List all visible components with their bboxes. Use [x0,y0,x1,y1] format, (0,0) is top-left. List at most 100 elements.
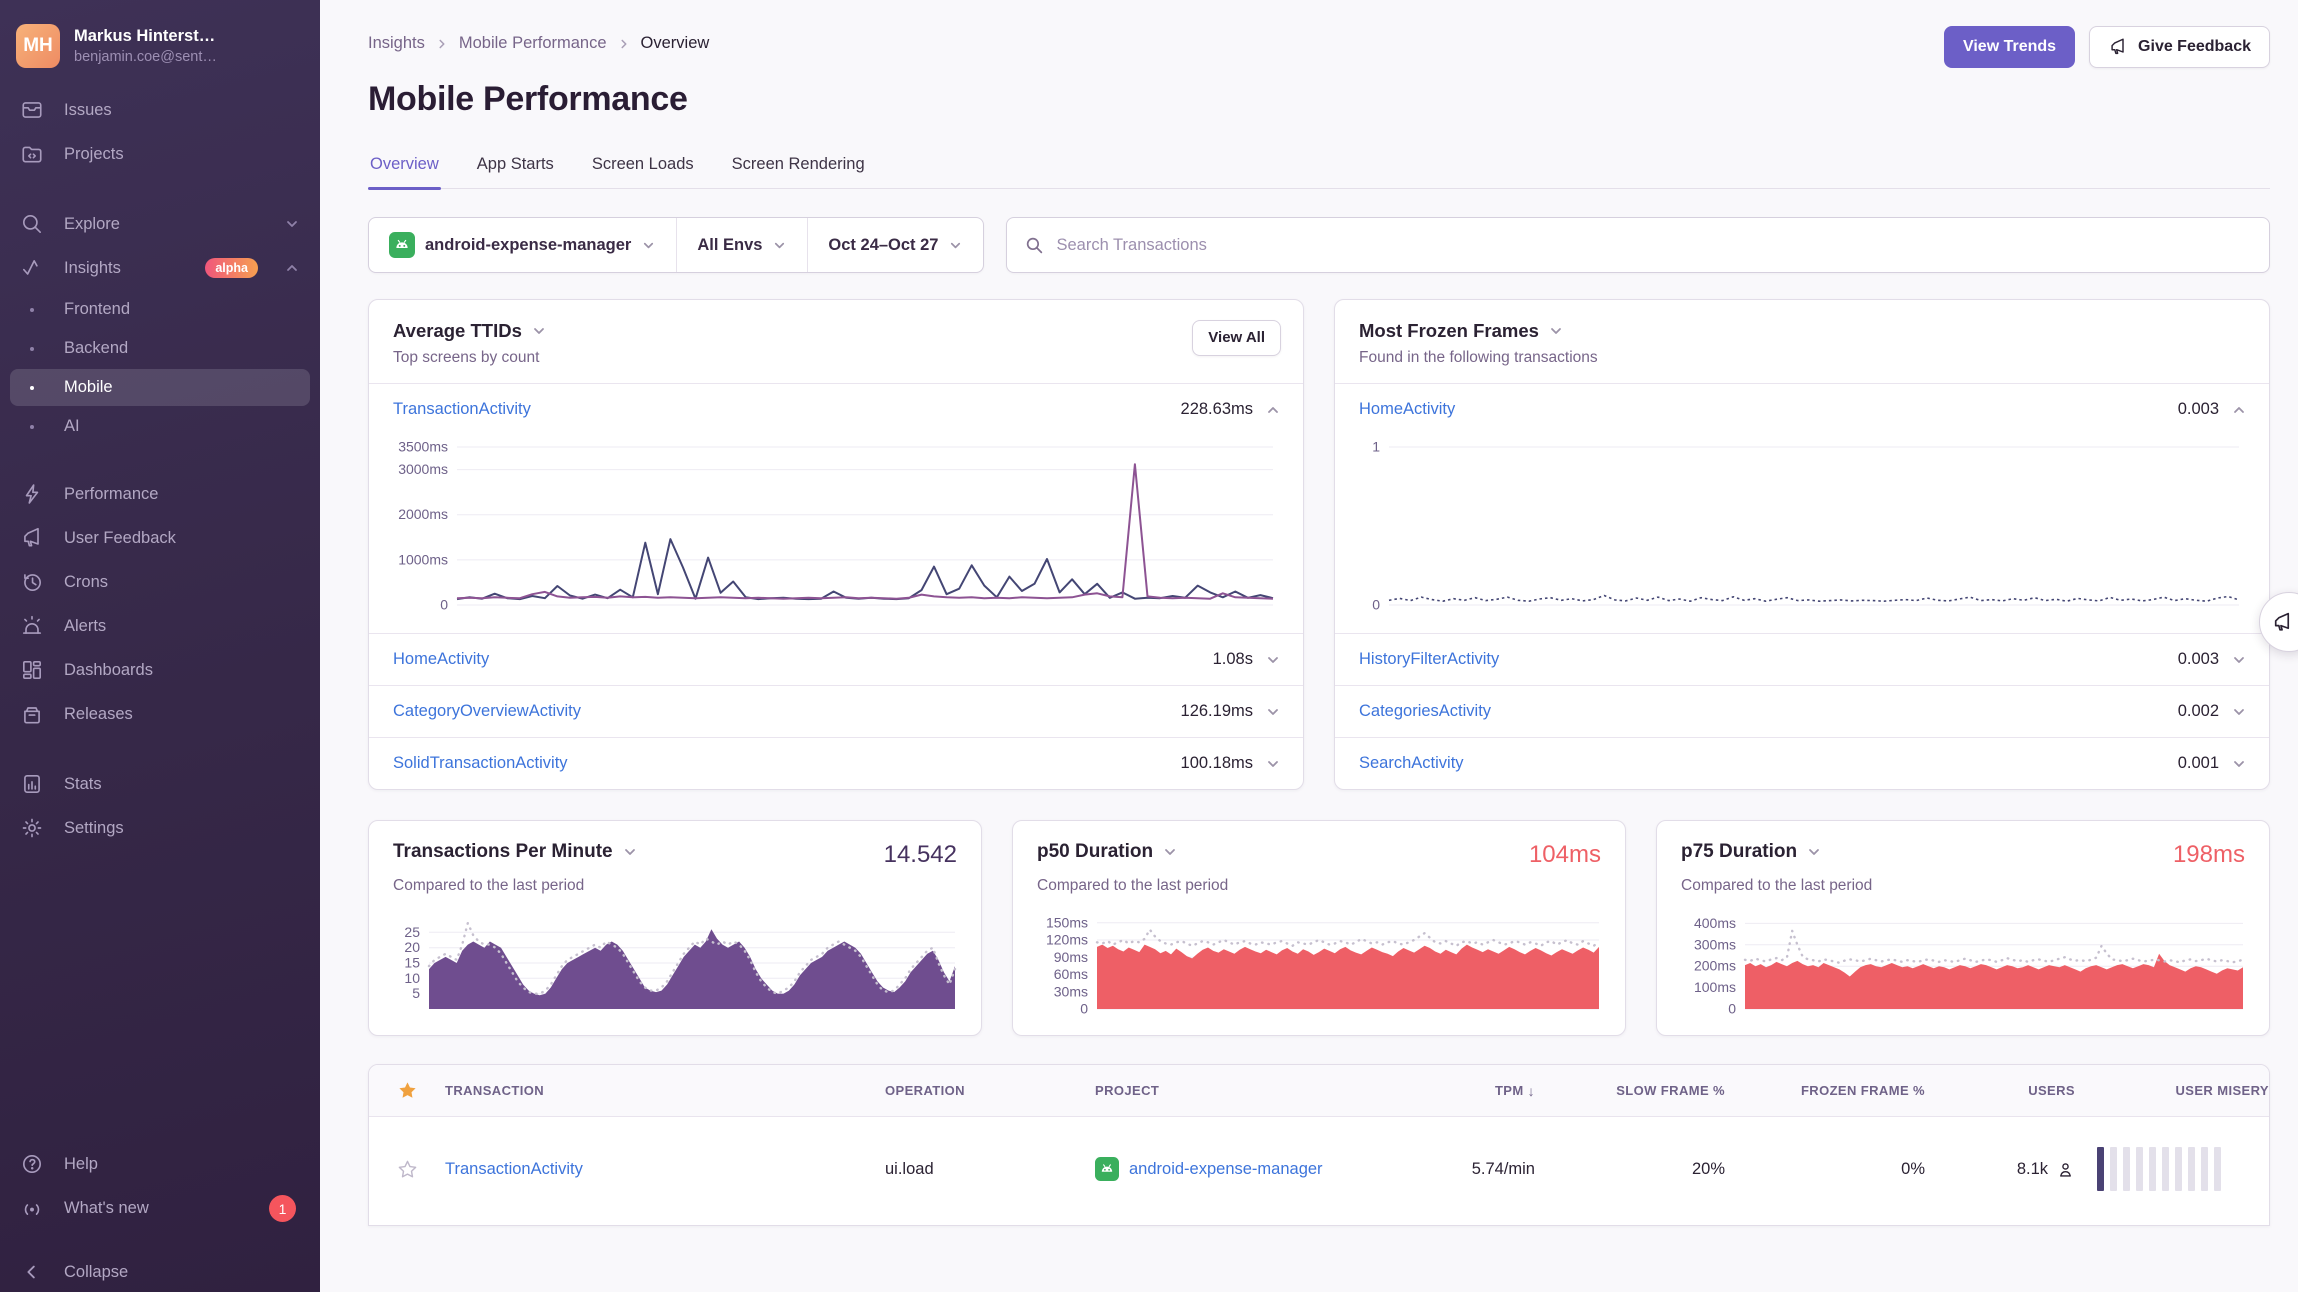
transaction-search[interactable] [1006,217,2270,273]
frozen-row-searchactivity[interactable]: SearchActivity 0.001 [1335,737,2269,789]
col-users[interactable]: USERS [1925,1083,2075,1098]
transaction-link[interactable]: TransactionActivity [445,1160,885,1179]
chevron-down-icon[interactable] [2231,652,2247,668]
sidebar-item-releases[interactable]: Releases [10,693,310,735]
col-slow-frame[interactable]: SLOW FRAME % [1535,1083,1725,1098]
sidebar-item-performance[interactable]: Performance [10,473,310,515]
give-feedback-button[interactable]: Give Feedback [2089,26,2270,68]
sidebar-item-issues[interactable]: Issues [10,89,310,131]
frozen-row-categoriesactivity[interactable]: CategoriesActivity 0.002 [1335,685,2269,737]
panel-subtitle: Found in the following transactions [1359,349,1598,367]
ttid-row-categoryoverviewactivity[interactable]: CategoryOverviewActivity 126.19ms [369,685,1303,737]
ttid-row-homeactivity[interactable]: HomeActivity 1.08s [369,633,1303,685]
col-user-misery[interactable]: USER MISERY [2075,1083,2269,1098]
chevron-down-icon[interactable] [1806,844,1822,860]
chevron-down-icon[interactable] [2231,704,2247,720]
sidebar-item-insights[interactable]: Insights alpha [10,247,310,289]
sidebar-item-user-feedback[interactable]: User Feedback [10,517,310,559]
tab-app-starts[interactable]: App Starts [475,155,556,188]
breadcrumb-mobile-performance[interactable]: Mobile Performance [459,34,607,53]
page-title: Mobile Performance [368,80,2270,119]
col-operation[interactable]: OPERATION [885,1083,1095,1098]
card-value: 14.542 [884,841,957,869]
transaction-link[interactable]: HomeActivity [1359,400,1455,419]
stats-icon [18,772,46,796]
sidebar-item-projects[interactable]: Projects [10,133,310,175]
col-tpm[interactable]: TPM↓ [1395,1083,1535,1099]
svg-text:2000ms: 2000ms [398,506,448,522]
ttid-row-solidtransactionactivity[interactable]: SolidTransactionActivity 100.18ms [369,737,1303,789]
breadcrumb-insights[interactable]: Insights [368,34,425,53]
chevron-down-icon[interactable] [1265,652,1281,668]
row-value: 1.08s [1213,650,1253,669]
table-header: TRANSACTION OPERATION PROJECT TPM↓ SLOW … [369,1065,2269,1117]
view-all-button[interactable]: View All [1192,320,1281,356]
main-content: Insights Mobile Performance Overview Vie… [320,0,2298,1292]
slow-frame-cell: 20% [1535,1160,1725,1179]
chevron-down-icon[interactable] [1265,704,1281,720]
star-icon[interactable] [369,1080,445,1101]
sidebar-collapse-button[interactable]: Collapse [10,1253,310,1291]
megaphone-icon [2108,37,2128,57]
view-trends-button[interactable]: View Trends [1944,26,2075,68]
chevron-down-icon [284,216,300,232]
tab-screen-loads[interactable]: Screen Loads [590,155,696,188]
sidebar-item-ai[interactable]: AI [10,408,310,445]
search-input[interactable] [1056,236,2251,255]
bullet-icon [30,347,34,351]
ttid-row-expanded[interactable]: TransactionActivity 228.63ms [369,384,1303,435]
tab-screen-rendering[interactable]: Screen Rendering [730,155,867,188]
transaction-link[interactable]: SolidTransactionActivity [393,754,568,773]
transaction-link[interactable]: CategoriesActivity [1359,702,1491,721]
tab-overview[interactable]: Overview [368,155,441,188]
chevron-down-icon[interactable] [1548,323,1564,339]
transaction-link[interactable]: CategoryOverviewActivity [393,702,581,721]
breadcrumb-overview: Overview [641,34,710,53]
col-project[interactable]: PROJECT [1095,1083,1395,1098]
sidebar-item-mobile[interactable]: Mobile [10,369,310,406]
project-filter[interactable]: android-expense-manager [369,218,676,272]
chevron-up-icon[interactable] [2231,402,2247,418]
chevron-down-icon[interactable] [622,844,638,860]
sidebar-item-stats[interactable]: Stats [10,763,310,805]
project-link[interactable]: android-expense-manager [1129,1160,1323,1179]
sidebar-item-whats-new[interactable]: What's new 1 [10,1186,310,1231]
sort-desc-icon: ↓ [1528,1083,1535,1099]
environment-filter[interactable]: All Envs [676,218,807,272]
row-value: 0.001 [2178,754,2219,773]
transaction-link[interactable]: HomeActivity [393,650,489,669]
frozen-row-expanded[interactable]: HomeActivity 0.003 [1335,384,2269,435]
sidebar-item-alerts[interactable]: Alerts [10,605,310,647]
favorite-star-button[interactable] [369,1159,445,1180]
frozen-row-historyfilteractivity[interactable]: HistoryFilterActivity 0.003 [1335,633,2269,685]
transaction-link[interactable]: SearchActivity [1359,754,1464,773]
chevron-up-icon[interactable] [1265,402,1281,418]
sidebar-item-help[interactable]: Help [10,1143,310,1185]
col-transaction[interactable]: TRANSACTION [445,1083,885,1098]
chevron-down-icon[interactable] [531,323,547,339]
svg-text:25: 25 [404,924,420,940]
user-menu[interactable]: MH Markus Hinterst… benjamin.coe@sent… [0,18,320,88]
sidebar-item-crons[interactable]: Crons [10,561,310,603]
col-frozen-frame[interactable]: FROZEN FRAME % [1725,1083,1925,1098]
transaction-link[interactable]: TransactionActivity [393,400,531,419]
sidebar-item-explore[interactable]: Explore [10,203,310,245]
megaphone-icon [18,526,46,550]
sidebar-item-backend[interactable]: Backend [10,330,310,367]
card-title: p75 Duration [1681,841,1797,863]
sidebar-item-settings[interactable]: Settings [10,807,310,849]
page-filters: android-expense-manager All Envs Oct 24–… [368,217,984,273]
transaction-link[interactable]: HistoryFilterActivity [1359,650,1499,669]
chevron-down-icon[interactable] [1162,844,1178,860]
chevron-down-icon[interactable] [2231,756,2247,772]
svg-text:0: 0 [1080,1001,1088,1017]
sidebar-item-dashboards[interactable]: Dashboards [10,649,310,691]
sidebar-item-frontend[interactable]: Frontend [10,291,310,328]
megaphone-icon [2271,611,2294,634]
projects-icon [18,142,46,166]
chevron-down-icon[interactable] [1265,756,1281,772]
date-range-filter[interactable]: Oct 24–Oct 27 [807,218,983,272]
sidebar: MH Markus Hinterst… benjamin.coe@sent… I… [0,0,320,1292]
android-project-icon [1095,1157,1119,1181]
user-name: Markus Hinterst… [74,27,217,46]
